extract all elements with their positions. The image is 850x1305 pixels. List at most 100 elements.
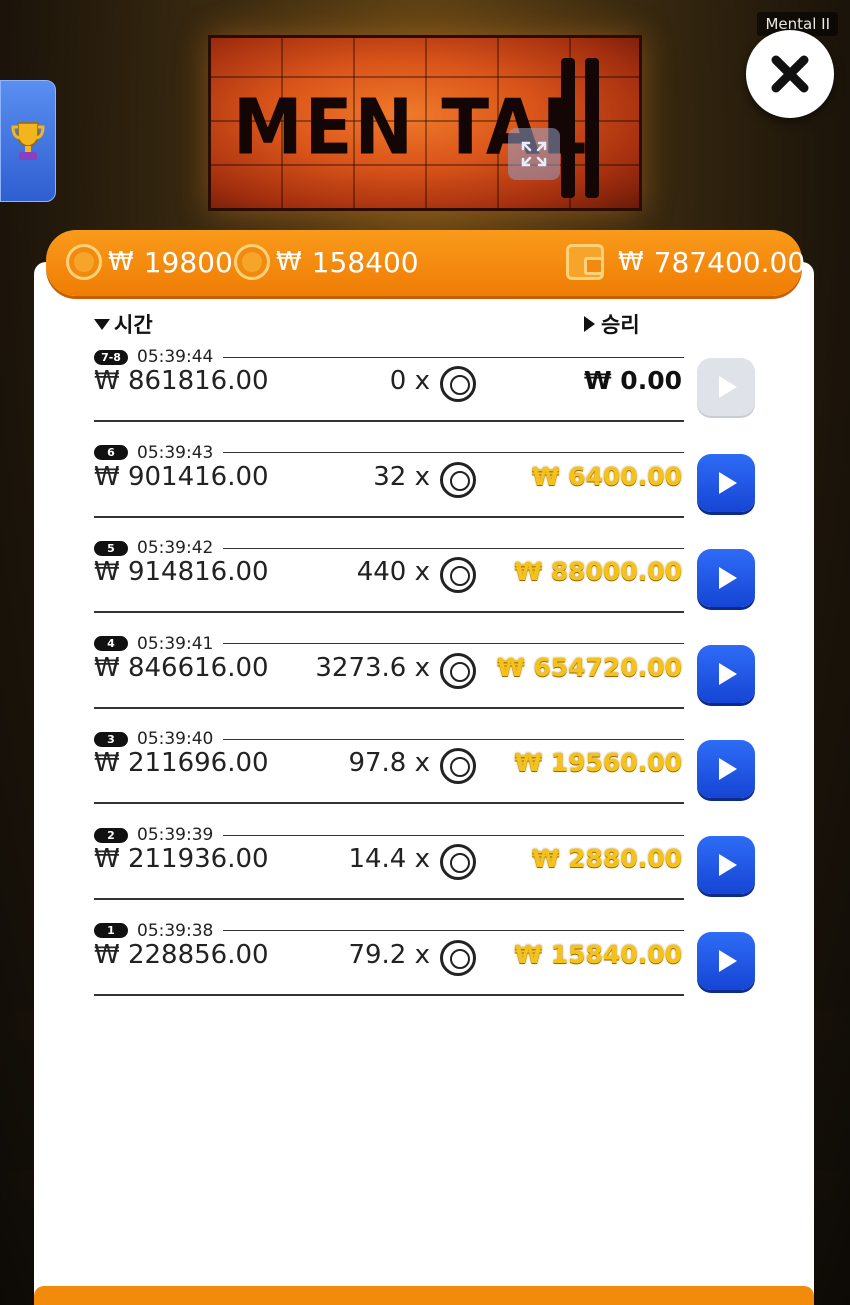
total-bet-group: ₩ 158400 [234,244,419,280]
round-badge: 1 [94,923,128,939]
divider [94,420,684,422]
row-balance: ₩ 914816.00 [94,557,269,588]
round-badge: 5 [94,540,128,556]
expand-icon [521,141,547,167]
sort-down-icon [94,318,110,330]
divider [94,706,684,709]
replay-button[interactable] [697,931,755,990]
balance-bar: ₩ 19800 ₩ 158400 ₩ 787400.00 [46,230,806,296]
trophy-icon [11,122,45,160]
row-balance: ₩ 901416.00 [94,461,269,492]
row-meta: 1 05:39:38 [94,920,684,942]
row-balance: ₩ 846616.00 [94,652,269,683]
coin-icon [440,557,476,594]
history-row: 3 05:39:40 ₩ 211696.00 97.8 x ₩ 19560.00 [94,728,764,823]
round-time: 05:39:44 [137,347,214,367]
history-row: 6 05:39:43 ₩ 901416.00 32 x ₩ 6400.00 [94,442,764,537]
history-row: 2 05:39:39 ₩ 211936.00 14.4 x ₩ 2880.00 [94,824,764,919]
sort-right-icon [584,316,595,332]
replay-button[interactable] [697,549,755,608]
logo-roman-numeral [561,58,631,198]
row-win: ₩ 2880.00 [531,844,682,873]
sort-by-win[interactable]: 승리 [584,309,640,339]
replay-button[interactable] [697,836,755,894]
replay-button[interactable] [697,644,755,703]
divider [223,643,684,645]
row-meta: 3 05:39:40 [94,728,684,750]
win-column-label: 승리 [601,313,640,337]
coin-icon [66,244,102,280]
round-time: 05:39:40 [137,729,214,750]
coin-icon [440,366,476,402]
divider [94,802,684,805]
replay-button[interactable] [697,358,755,416]
currency-symbol: ₩ [276,247,302,277]
round-time: 05:39:38 [137,920,214,941]
round-badge: 4 [94,636,128,652]
wallet-icon [566,244,604,280]
round-time: 05:39:39 [137,825,214,845]
time-column-label: 시간 [114,313,153,337]
play-icon [719,949,737,972]
divider [223,547,684,549]
play-icon [719,567,737,590]
total-bet-amount: 158400 [311,245,419,279]
leaderboard-tab[interactable] [0,80,56,202]
round-time: 05:39:43 [137,442,214,463]
coin-icon [234,244,270,280]
wallet-balance: 787400.00 [653,245,806,279]
row-win: ₩ 654720.00 [497,652,682,682]
round-badge: 3 [94,731,128,747]
fullscreen-button[interactable] [508,128,560,180]
play-icon [719,854,737,876]
divider [94,515,684,518]
divider [223,356,684,358]
row-balance: ₩ 211696.00 [94,748,269,779]
divider [94,993,684,996]
row-meta: 2 05:39:39 [94,824,684,846]
divider [223,930,684,932]
history-panel-footer [34,1286,814,1305]
game-logo: MEN TAL [208,35,642,211]
coin-icon [440,652,476,689]
play-icon [719,758,737,781]
row-meta: 7-8 05:39:44 [94,346,684,368]
sort-by-time[interactable]: 시간 [94,309,153,339]
row-meta: 5 05:39:42 [94,537,684,559]
history-header: 시간 승리 [94,309,684,339]
history-row: 4 05:39:41 ₩ 846616.00 3273.6 x ₩ 654720… [94,633,764,728]
round-time: 05:39:42 [137,538,214,559]
replay-button[interactable] [697,453,755,512]
row-win: ₩ 0.00 [584,366,682,395]
history-row: 7-8 05:39:44 ₩ 861816.00 0 x ₩ 0.00 [94,346,764,441]
round-badge: 6 [94,445,128,461]
row-balance: ₩ 211936.00 [94,844,269,874]
row-win: ₩ 15840.00 [514,939,682,969]
coin-icon [440,748,476,785]
history-row: 1 05:39:38 ₩ 228856.00 79.2 x ₩ 15840.00 [94,920,764,1015]
round-badge: 2 [94,827,128,843]
row-meta: 4 05:39:41 [94,633,684,655]
replay-button[interactable] [697,740,755,799]
currency-symbol: ₩ [618,247,644,277]
row-win: ₩ 19560.00 [514,748,682,778]
divider [94,611,684,614]
close-button[interactable] [746,30,834,118]
row-balance: ₩ 861816.00 [94,366,269,396]
row-win: ₩ 88000.00 [514,557,682,587]
divider [94,898,684,900]
play-icon [719,471,737,494]
row-win: ₩ 6400.00 [531,461,682,491]
coin-icon [440,844,476,880]
currency-symbol: ₩ [108,247,134,277]
play-icon [719,376,737,398]
coin-icon [440,939,476,976]
play-icon [719,662,737,685]
round-badge: 7-8 [94,349,128,365]
row-meta: 6 05:39:43 [94,442,684,464]
history-row: 5 05:39:42 ₩ 914816.00 440 x ₩ 88000.00 [94,537,764,632]
close-icon [771,55,809,93]
divider [223,738,684,740]
divider [223,834,684,836]
row-balance: ₩ 228856.00 [94,939,269,970]
